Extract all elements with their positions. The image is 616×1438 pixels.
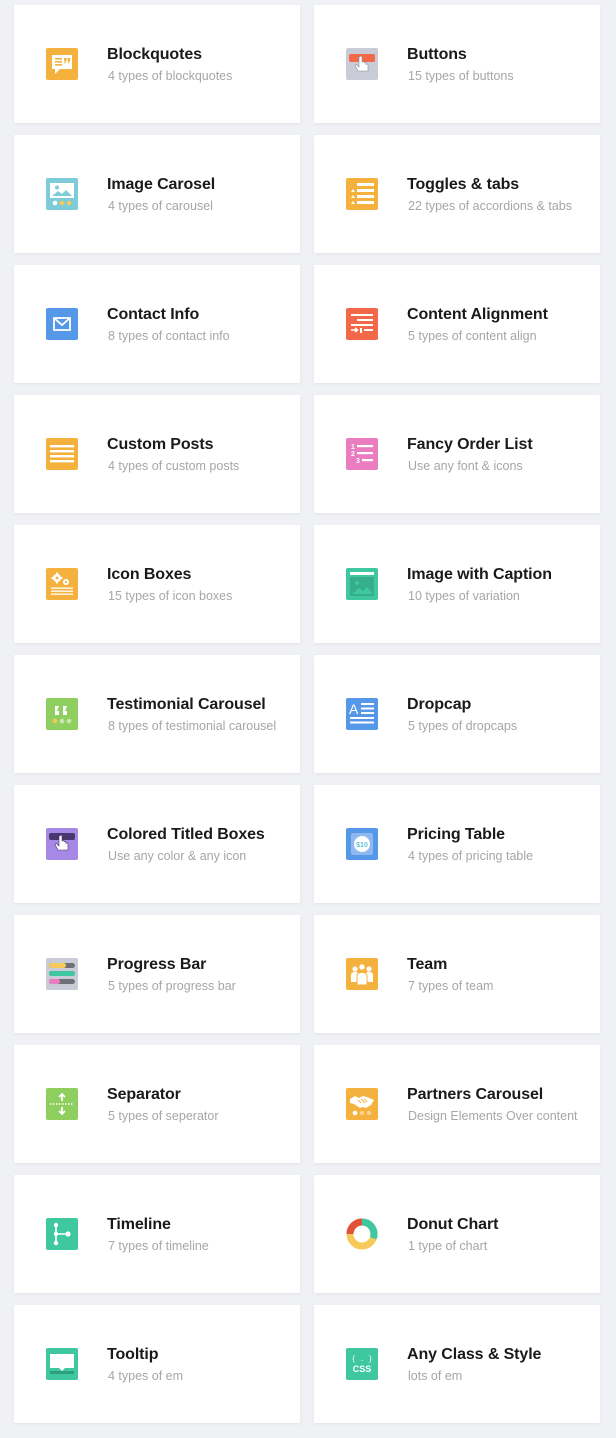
titled-box-icon <box>46 828 78 860</box>
card-title: Testimonial Carousel <box>107 696 266 713</box>
element-card-contact-info[interactable]: Contact Info 8 types of contact info <box>14 265 300 383</box>
card-subtitle: 8 types of contact info <box>108 329 230 343</box>
card-subtitle: 4 types of em <box>108 1369 184 1383</box>
image-carousel-icon <box>46 178 78 210</box>
card-title: Colored Titled Boxes <box>107 826 265 843</box>
separator-icon <box>46 1088 78 1120</box>
card-subtitle: 15 types of icon boxes <box>108 589 233 603</box>
card-subtitle: 4 types of pricing table <box>408 849 534 863</box>
element-card-pricing-table[interactable]: $10 Pricing Table 4 types of pricing tab… <box>314 785 600 903</box>
card-subtitle: Use any color & any icon <box>108 849 247 863</box>
image-caption-icon <box>346 568 378 600</box>
card-subtitle: 22 types of accordions & tabs <box>408 199 572 213</box>
card-title: Any Class & Style <box>407 1346 542 1363</box>
card-title: Dropcap <box>407 696 472 713</box>
css-label: CSS <box>353 1364 372 1374</box>
price-label: $10 <box>356 842 368 849</box>
element-card-dropcap[interactable]: A Dropcap 5 types of dropcaps <box>314 655 600 773</box>
element-card-tooltip[interactable]: Tooltip 4 types of em <box>14 1305 300 1423</box>
team-icon <box>346 958 378 990</box>
handshake-icon <box>346 1088 378 1120</box>
blockquote-icon <box>46 48 78 80</box>
card-title: Icon Boxes <box>107 566 192 583</box>
element-card-partners-carousel[interactable]: Partners Carousel Design Elements Over c… <box>314 1045 600 1163</box>
element-card-toggles-tabs[interactable]: Toggles & tabs 22 types of accordions & … <box>314 135 600 253</box>
card-subtitle: 10 types of variation <box>408 589 520 603</box>
card-subtitle: 4 types of blockquotes <box>108 69 233 83</box>
card-subtitle: 1 type of chart <box>408 1239 488 1253</box>
card-subtitle: 5 types of progress bar <box>108 979 236 993</box>
card-subtitle: 15 types of buttons <box>408 69 514 83</box>
progress-bars-icon <box>46 958 78 990</box>
card-title: Tooltip <box>107 1346 159 1363</box>
card-title: Fancy Order List <box>407 436 533 453</box>
css-icon: { . } CSS <box>346 1348 378 1380</box>
element-card-icon-boxes[interactable]: Icon Boxes 15 types of icon boxes <box>14 525 300 643</box>
card-title: Pricing Table <box>407 826 505 843</box>
element-card-custom-posts[interactable]: Custom Posts 4 types of custom posts <box>14 395 300 513</box>
align-icon <box>346 308 378 340</box>
card-subtitle: 8 types of testimonial carousel <box>108 719 277 733</box>
dropcap-letter: A <box>349 701 359 717</box>
quote-carousel-icon <box>46 698 78 730</box>
tooltip-icon <box>46 1348 78 1380</box>
card-subtitle: 5 types of seperator <box>108 1109 219 1123</box>
elements-grid: Blockquotes 4 types of blockquotes Butto… <box>14 5 600 1423</box>
card-title: Content Alignment <box>407 306 548 323</box>
element-card-fancy-order-list[interactable]: 1 2 3 Fancy Order List Use any font & ic… <box>314 395 600 513</box>
button-click-icon <box>346 48 378 80</box>
card-subtitle: 4 types of carousel <box>108 199 213 213</box>
element-card-any-class-style[interactable]: { . } CSS Any Class & Style lots of em <box>314 1305 600 1423</box>
element-card-content-alignment[interactable]: Content Alignment 5 types of content ali… <box>314 265 600 383</box>
card-subtitle: 5 types of dropcaps <box>408 719 518 733</box>
donut-chart-icon <box>346 1218 378 1250</box>
card-subtitle: Use any font & icons <box>408 459 523 473</box>
card-title: Custom Posts <box>107 436 214 453</box>
price-tag-icon: $10 <box>346 828 378 860</box>
envelope-icon <box>46 308 78 340</box>
ordered-list-icon: 1 2 3 <box>346 438 378 470</box>
element-card-donut-chart[interactable]: Donut Chart 1 type of chart <box>314 1175 600 1293</box>
card-subtitle: 7 types of timeline <box>108 1239 209 1253</box>
card-title: Team <box>407 956 448 973</box>
card-title: Buttons <box>407 46 467 63</box>
card-title: Timeline <box>107 1216 171 1233</box>
element-card-image-carosel[interactable]: Image Carosel 4 types of carousel <box>14 135 300 253</box>
element-card-colored-titled-boxes[interactable]: Colored Titled Boxes Use any color & any… <box>14 785 300 903</box>
card-subtitle: lots of em <box>408 1369 463 1383</box>
list-number: 2 <box>351 451 355 458</box>
element-card-progress-bar[interactable]: Progress Bar 5 types of progress bar <box>14 915 300 1033</box>
posts-lines-icon <box>46 438 78 470</box>
element-card-testimonial-carousel[interactable]: Testimonial Carousel 8 types of testimon… <box>14 655 300 773</box>
card-title: Toggles & tabs <box>407 176 520 193</box>
element-card-separator[interactable]: Separator 5 types of seperator <box>14 1045 300 1163</box>
timeline-icon <box>46 1218 78 1250</box>
dropcap-icon: A <box>346 698 378 730</box>
card-title: Image with Caption <box>407 566 552 583</box>
card-subtitle: 5 types of content align <box>408 329 537 343</box>
card-title: Progress Bar <box>107 956 207 973</box>
card-subtitle: Design Elements Over content <box>408 1109 578 1123</box>
toggles-list-icon <box>346 178 378 210</box>
element-card-buttons[interactable]: Buttons 15 types of buttons <box>314 5 600 123</box>
card-title: Image Carosel <box>107 176 216 193</box>
list-number: 3 <box>356 458 360 465</box>
gears-icon <box>46 568 78 600</box>
element-card-team[interactable]: Team 7 types of team <box>314 915 600 1033</box>
card-title: Blockquotes <box>107 46 202 63</box>
element-card-image-with-caption[interactable]: Image with Caption 10 types of variation <box>314 525 600 643</box>
list-number: 1 <box>351 444 355 451</box>
card-title: Donut Chart <box>407 1216 499 1233</box>
element-card-blockquotes[interactable]: Blockquotes 4 types of blockquotes <box>14 5 300 123</box>
card-title: Separator <box>107 1086 181 1103</box>
card-subtitle: 7 types of team <box>408 979 494 993</box>
card-title: Partners Carousel <box>407 1086 544 1103</box>
element-card-timeline[interactable]: Timeline 7 types of timeline <box>14 1175 300 1293</box>
card-title: Contact Info <box>107 306 200 323</box>
css-braces: { . } <box>351 1356 372 1364</box>
card-subtitle: 4 types of custom posts <box>108 459 240 473</box>
